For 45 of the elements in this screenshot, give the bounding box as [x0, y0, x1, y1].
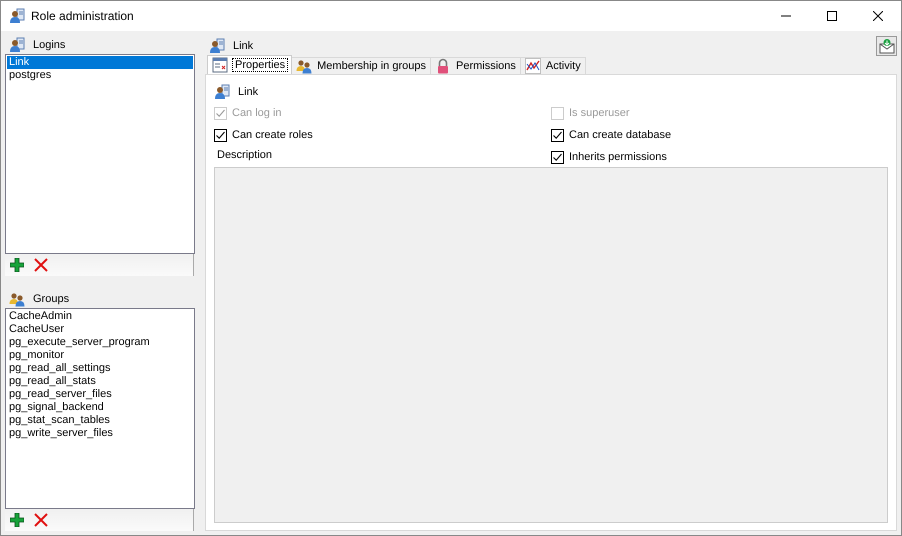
checkbox[interactable]: Can create roles [214, 124, 551, 146]
checkbox-square [214, 128, 227, 142]
role-name: Link [238, 86, 258, 98]
tab[interactable]: Permissions [430, 57, 521, 74]
list-item[interactable]: pg_read_all_stats [7, 375, 193, 388]
list-item[interactable]: pg_write_server_files [7, 427, 193, 440]
checkbox[interactable]: Inherits permissions [551, 146, 888, 168]
list-item[interactable]: Link [7, 56, 193, 69]
list-item[interactable]: postgres [7, 69, 193, 82]
user-icon [214, 84, 230, 100]
tab[interactable]: Activity [520, 57, 586, 74]
list-item[interactable]: pg_read_server_files [7, 388, 193, 401]
user-icon [9, 8, 25, 24]
delete-icon[interactable] [34, 513, 48, 527]
checkbox-square [551, 150, 564, 164]
window-title: Role administration [31, 9, 134, 23]
close-icon [873, 11, 883, 21]
list-item[interactable]: pg_signal_backend [7, 401, 193, 414]
delete-icon[interactable] [34, 258, 48, 272]
list-item[interactable]: pg_read_all_settings [7, 362, 193, 375]
users-icon [9, 291, 25, 307]
list-item[interactable]: pg_monitor [7, 349, 193, 362]
checkbox-square [551, 128, 564, 142]
add-icon[interactable] [10, 513, 24, 527]
list-item[interactable]: pg_execute_server_program [7, 336, 193, 349]
checkbox[interactable]: Can create database [551, 124, 888, 146]
user-icon [9, 37, 25, 53]
maximize-icon [827, 11, 837, 21]
envelope-icon [878, 38, 894, 54]
field-label: Description [216, 149, 274, 161]
mail-button[interactable] [876, 36, 897, 56]
section-label: Logins [33, 39, 66, 51]
checkbox-square [551, 106, 564, 120]
list-item[interactable]: CacheAdmin [7, 310, 193, 323]
section-label: Groups [33, 293, 70, 305]
role-title: Link [233, 40, 254, 52]
list-item[interactable]: pg_stat_scan_tables [7, 414, 193, 427]
description-field[interactable] [214, 167, 888, 523]
tab[interactable]: Properties [207, 55, 292, 74]
list-item[interactable]: CacheUser [7, 323, 193, 336]
add-icon[interactable] [10, 258, 24, 272]
tab[interactable]: Membership in groups [291, 57, 431, 74]
users-icon [296, 58, 312, 74]
user-icon [209, 38, 225, 54]
checkbox-square [214, 106, 227, 120]
